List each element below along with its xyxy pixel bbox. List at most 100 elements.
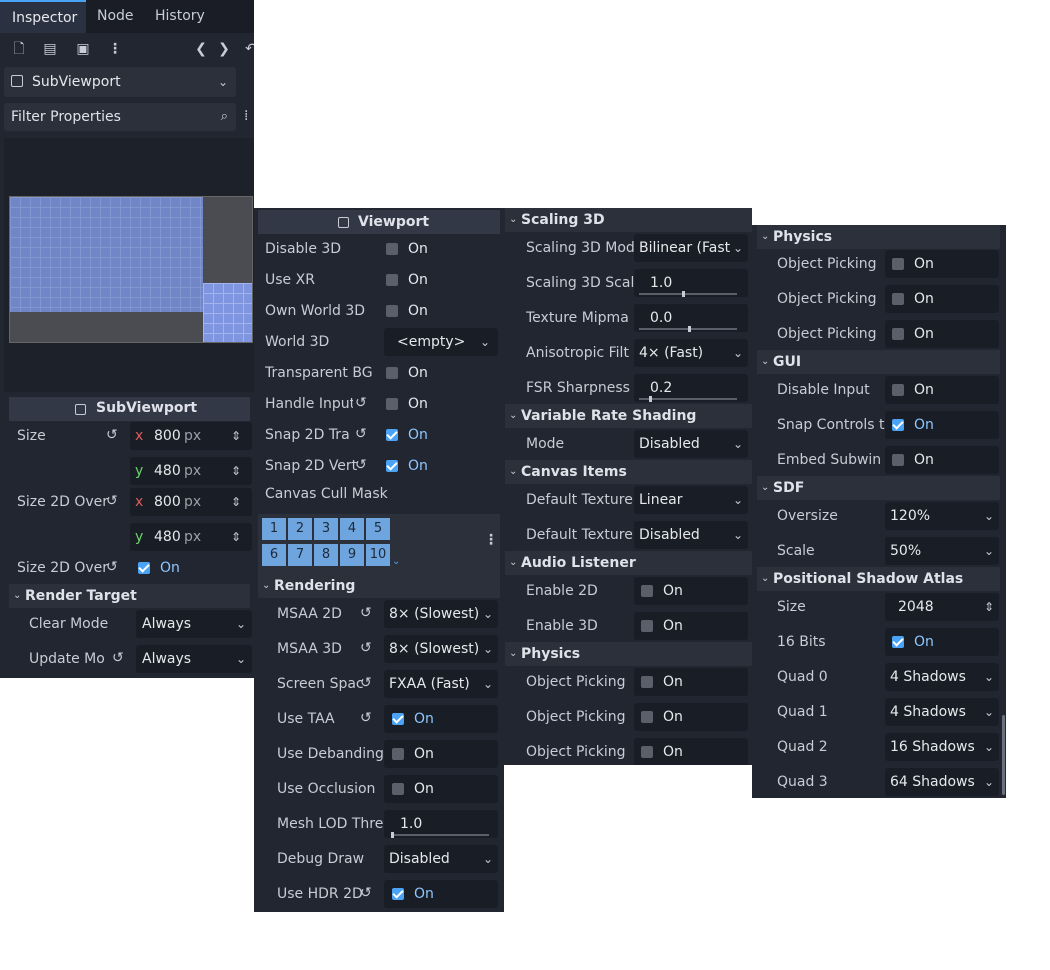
scaling-3d-section[interactable]: ⌄ Scaling 3D: [505, 208, 752, 232]
object-picking-checkbox[interactable]: [641, 676, 653, 688]
shadow-atlas-size-row: Size 2048 ⇕: [752, 591, 1006, 623]
revert-icon[interactable]: ↺: [106, 428, 120, 442]
transparent-bg-checkbox[interactable]: [386, 367, 398, 379]
new-file-icon[interactable]: 🗋: [11, 41, 27, 57]
cull-mask-bit-4[interactable]: 4: [340, 518, 364, 540]
tab-history[interactable]: History: [155, 0, 205, 33]
use-debanding-checkbox[interactable]: [392, 748, 404, 760]
chevron-down-icon[interactable]: ⌄: [392, 556, 400, 567]
rendering-section[interactable]: ⌄ Rendering: [258, 574, 500, 598]
revert-icon[interactable]: ↺: [355, 458, 369, 472]
viewport-header[interactable]: Viewport: [258, 210, 500, 234]
chevron-down-icon[interactable]: ⌄: [480, 326, 490, 358]
cull-mask-bit-7[interactable]: 7: [288, 544, 312, 566]
chevron-down-icon: ⌄: [509, 466, 518, 477]
revert-icon[interactable]: ↺: [355, 396, 369, 410]
use-xr-checkbox[interactable]: [386, 274, 398, 286]
tab-node[interactable]: Node: [97, 0, 134, 33]
filter-properties-input[interactable]: Filter Properties ⌕: [4, 103, 236, 131]
forward-icon[interactable]: ❯: [216, 41, 232, 57]
chevron-down-icon: ⌄: [483, 852, 494, 866]
revert-icon[interactable]: ↺: [360, 641, 374, 655]
chevron-down-icon: ⌄: [984, 670, 995, 684]
object-picking-first-checkbox[interactable]: [641, 746, 653, 758]
spinner-icon[interactable]: ⇕: [231, 455, 241, 487]
size2d-row: Size 2D Over ↺ x 800 px ⇕: [0, 486, 254, 518]
object-picking-row: Object Picking On: [504, 666, 752, 698]
spinner-icon[interactable]: ⇕: [231, 420, 241, 452]
gui-section[interactable]: ⌄ GUI: [757, 350, 1000, 374]
enable-3d-checkbox[interactable]: [641, 620, 653, 632]
chevron-down-icon: ⌄: [733, 528, 744, 542]
use-occlusion-checkbox[interactable]: [392, 783, 404, 795]
snap-2d-transforms-checkbox[interactable]: [386, 429, 398, 441]
use-hdr-2d-checkbox[interactable]: [392, 888, 404, 900]
spinner-icon[interactable]: ⇕: [231, 521, 241, 553]
embed-subwindows-checkbox[interactable]: [892, 454, 904, 466]
disable-3d-checkbox[interactable]: [386, 243, 398, 255]
vrs-section[interactable]: ⌄ Variable Rate Shading: [505, 404, 752, 428]
render-target-section[interactable]: ⌄ Render Target: [9, 584, 250, 608]
disable-input-checkbox[interactable]: [892, 384, 904, 396]
revert-icon[interactable]: ↺: [355, 427, 369, 441]
spinner-icon[interactable]: ⇕: [231, 486, 241, 518]
revert-icon[interactable]: ↺: [360, 606, 374, 620]
handle-input-checkbox[interactable]: [386, 398, 398, 410]
enable-2d-checkbox[interactable]: [641, 585, 653, 597]
scrollbar[interactable]: [1002, 715, 1005, 795]
cull-mask-bit-6[interactable]: 6: [262, 544, 286, 566]
revert-icon[interactable]: ↺: [360, 711, 374, 725]
size2d-stretch-checkbox[interactable]: [138, 562, 150, 574]
shadow-16-bits-checkbox[interactable]: [892, 636, 904, 648]
object-picking-first-checkbox[interactable]: [892, 328, 904, 340]
viewport-preview: [4, 138, 254, 392]
object-picking-sort-checkbox[interactable]: [892, 293, 904, 305]
revert-icon[interactable]: ↺: [106, 560, 120, 574]
cull-mask-bit-5[interactable]: 5: [366, 518, 390, 540]
subviewport-header[interactable]: SubViewport: [9, 397, 250, 421]
revert-icon[interactable]: ↺: [360, 886, 374, 900]
sdf-scale-row: Scale 50% ⌄: [752, 535, 1006, 567]
revert-icon[interactable]: ↺: [106, 494, 120, 508]
cull-mask-bit-2[interactable]: 2: [288, 518, 312, 540]
chevron-down-icon: ⌄: [733, 241, 744, 255]
more-vertical-icon[interactable]: ⋮: [107, 41, 123, 57]
back-icon[interactable]: ❮: [193, 41, 209, 57]
fsr-sharpness-row: FSR Sharpness 0.2: [504, 372, 752, 404]
filter-placeholder: Filter Properties: [11, 109, 121, 125]
tab-bar: Inspector Node History: [0, 0, 254, 33]
inspector-panel: Inspector Node History 🗋 ▤ ▣ ⋮ ❮ ❯ ↶ Sub…: [0, 0, 254, 678]
physics-section[interactable]: ⌄ Physics: [505, 642, 752, 666]
snap-controls-checkbox[interactable]: [892, 419, 904, 431]
cull-mask-bit-10[interactable]: 10: [366, 544, 390, 566]
physics-section[interactable]: ⌄ Physics: [757, 225, 1000, 249]
cull-mask-bit-3[interactable]: 3: [314, 518, 338, 540]
node-selector[interactable]: SubViewport ⌄: [4, 67, 236, 97]
cull-mask-bit-1[interactable]: 1: [262, 518, 286, 540]
own-world-checkbox[interactable]: [386, 305, 398, 317]
object-picking-checkbox[interactable]: [892, 258, 904, 270]
use-debanding-row: Use Debanding On: [254, 738, 504, 770]
snap-controls-row: Snap Controls t On: [752, 409, 1006, 441]
snap-2d-vertices-checkbox[interactable]: [386, 460, 398, 472]
spinner-icon[interactable]: ⇕: [984, 591, 994, 623]
use-taa-checkbox[interactable]: [392, 713, 404, 725]
sdf-section[interactable]: ⌄ SDF: [757, 476, 1000, 500]
audio-listener-section[interactable]: ⌄ Audio Listener: [505, 551, 752, 575]
own-world-row: Own World 3D On: [265, 303, 428, 319]
revert-icon[interactable]: ↺: [112, 651, 126, 665]
cull-mask-bit-9[interactable]: 9: [340, 544, 364, 566]
size2d-stretch-label: Size 2D Over: [17, 560, 108, 576]
open-folder-icon[interactable]: ▤: [42, 41, 58, 57]
positional-shadow-atlas-section[interactable]: ⌄ Positional Shadow Atlas: [757, 567, 1000, 591]
canvas-items-section[interactable]: ⌄ Canvas Items: [505, 460, 752, 484]
quad-3-row: Quad 3 64 Shadows ⌄: [752, 766, 1006, 798]
filter-options-icon[interactable]: ⁞: [244, 108, 254, 124]
revert-icon[interactable]: ↺: [360, 676, 374, 690]
save-icon[interactable]: ▣: [75, 41, 91, 57]
cull-mask-bit-8[interactable]: 8: [314, 544, 338, 566]
more-vertical-icon[interactable]: ⋮: [484, 532, 498, 548]
object-picking-sort-checkbox[interactable]: [641, 711, 653, 723]
tab-inspector[interactable]: Inspector: [0, 0, 86, 33]
undo-icon[interactable]: ↶: [243, 41, 254, 57]
